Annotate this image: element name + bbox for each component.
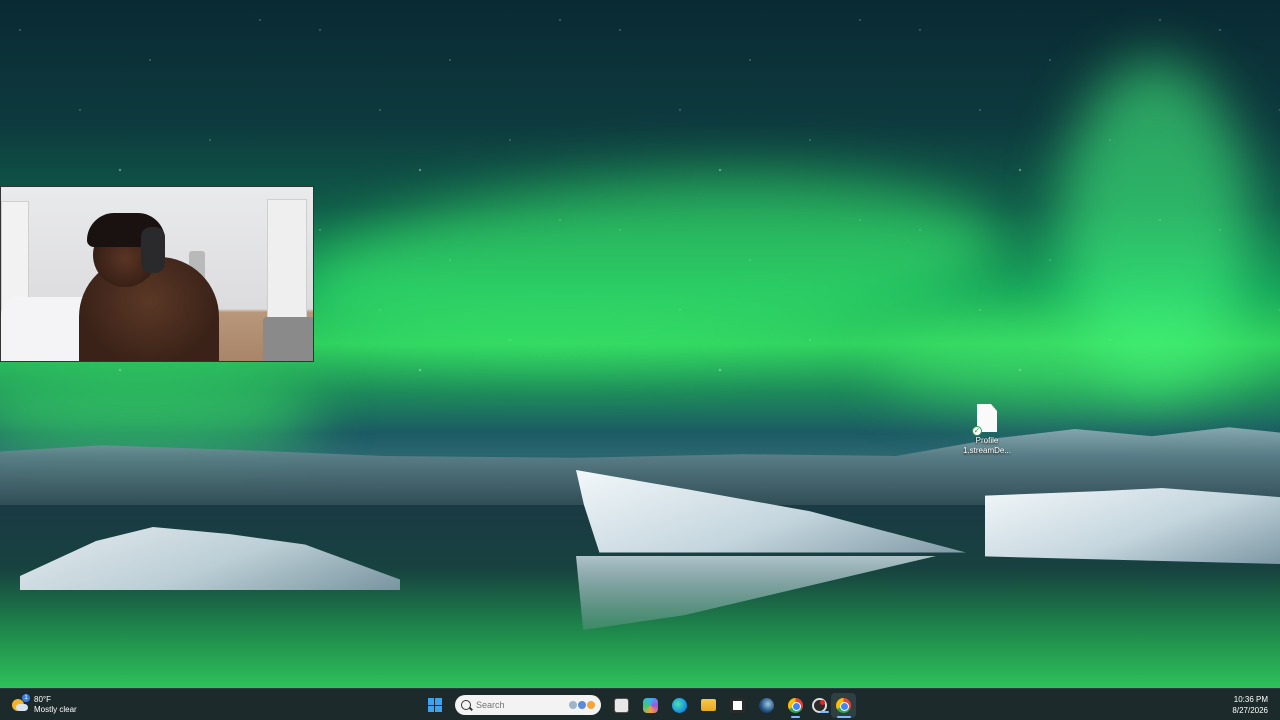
chrome-button-2[interactable] xyxy=(831,692,856,718)
headset-icon xyxy=(141,227,165,273)
steam-icon xyxy=(759,697,774,713)
task-view-button[interactable] xyxy=(609,693,634,718)
webcam-door xyxy=(267,199,307,329)
desktop-file-label: Profile 1.streamDe... xyxy=(962,436,1011,455)
clock-date: 8/27/2026 xyxy=(1232,706,1268,715)
edge-icon xyxy=(672,697,687,713)
webcam-overlay xyxy=(0,186,314,362)
recording-dot-icon xyxy=(820,699,825,705)
store-icon xyxy=(730,697,745,713)
edge-button[interactable] xyxy=(667,693,692,718)
taskbar: 1 80°F Mostly clear 10:36 PM 8/27/2026 xyxy=(0,688,1280,720)
clock-time: 10:36 PM xyxy=(1233,695,1268,704)
system-clock[interactable]: 10:36 PM 8/27/2026 xyxy=(1232,694,1268,716)
weather-widget[interactable]: 1 80°F Mostly clear xyxy=(12,693,77,717)
file-explorer-button[interactable] xyxy=(696,693,721,718)
obs-button[interactable] xyxy=(812,697,829,713)
iceberg xyxy=(985,488,1280,564)
weather-badge: 1 xyxy=(22,694,30,702)
task-view-icon xyxy=(614,697,629,713)
taskbar-pinned-apps xyxy=(422,692,856,718)
weather-temp: 80°F xyxy=(34,695,51,704)
aurora-band xyxy=(0,370,320,460)
desktop-file-profile[interactable]: ✓ Profile 1.streamDe... xyxy=(958,404,1016,456)
start-button[interactable] xyxy=(422,693,447,718)
sync-check-icon: ✓ xyxy=(972,426,982,436)
folder-icon xyxy=(701,699,716,711)
search-highlight-icon xyxy=(569,701,595,709)
aurora-band xyxy=(880,320,1280,410)
windows-logo-icon xyxy=(427,698,442,712)
chrome-icon xyxy=(788,697,803,713)
taskbar-search[interactable] xyxy=(455,695,601,715)
chrome-button[interactable] xyxy=(783,693,808,718)
microsoft-store-button[interactable] xyxy=(725,693,750,718)
running-indicator xyxy=(791,715,800,718)
search-icon xyxy=(461,700,471,710)
webcam-chair xyxy=(263,317,313,361)
partly-cloudy-icon: 1 xyxy=(12,694,30,713)
chrome-icon xyxy=(836,697,851,713)
steam-button[interactable] xyxy=(754,693,779,718)
running-indicator xyxy=(820,710,829,713)
copilot-icon xyxy=(643,697,658,713)
copilot-button[interactable] xyxy=(638,693,663,718)
weather-condition: Mostly clear xyxy=(34,705,77,714)
search-input[interactable] xyxy=(476,700,554,710)
running-indicator xyxy=(837,715,851,718)
